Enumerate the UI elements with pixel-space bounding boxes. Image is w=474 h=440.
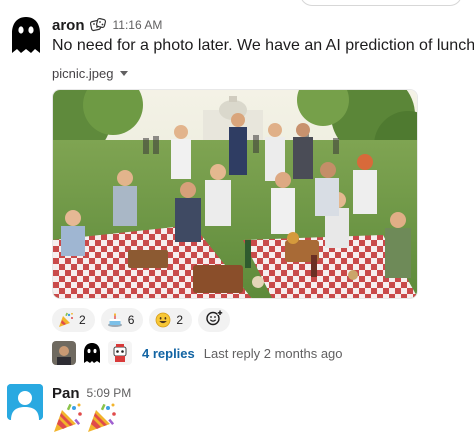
attachment-filename[interactable]: picnic.jpeg	[52, 66, 113, 81]
reaction-cake[interactable]: 6	[100, 308, 144, 332]
avatar-robot-icon	[108, 341, 132, 365]
add-emoji-icon	[205, 309, 223, 332]
message-emojis	[52, 402, 118, 434]
reaction-count: 6	[127, 313, 135, 327]
reaction-grin[interactable]: 2	[149, 308, 193, 332]
avatar-ghost-icon[interactable]	[10, 15, 42, 55]
reaction-party[interactable]: 2	[52, 308, 95, 332]
avatar-default-person-icon[interactable]	[7, 384, 43, 420]
party-popper-icon	[52, 402, 84, 434]
chevron-down-icon[interactable]	[120, 70, 129, 76]
grinning-face-icon	[155, 312, 171, 328]
cake-icon	[107, 312, 123, 328]
thread-last-reply: Last reply 2 months ago	[203, 345, 343, 361]
message-header: Pan 5:09 PM	[52, 382, 131, 404]
picnic-image[interactable]	[52, 89, 418, 299]
message-header: aron 11:16 AM	[52, 14, 162, 36]
timestamp[interactable]: 5:09 PM	[87, 386, 132, 400]
avatar-ghost-small-icon	[80, 341, 104, 365]
thread-replies-link[interactable]: 4 replies	[142, 346, 195, 361]
sender-name[interactable]: Pan	[52, 385, 80, 402]
add-reaction-button[interactable]	[198, 308, 231, 332]
reaction-count: 2	[79, 313, 86, 327]
message-aron: aron 11:16 AM No need for a photo later.…	[0, 0, 474, 370]
sender-name[interactable]: aron	[52, 17, 85, 34]
thread-summary[interactable]: 4 replies Last reply 2 months ago	[52, 341, 343, 365]
reaction-count: 2	[176, 313, 184, 327]
message-text: No need for a photo later. We have an AI…	[52, 37, 474, 54]
timestamp[interactable]: 11:16 AM	[113, 18, 163, 32]
attachment-header[interactable]: picnic.jpeg	[52, 64, 129, 82]
reaction-bar: 2 6 2	[52, 308, 231, 332]
message-list: aron 11:16 AM No need for a photo later.…	[0, 0, 474, 440]
party-popper-icon	[58, 312, 74, 328]
party-popper-icon	[86, 402, 118, 434]
dice-icon[interactable]	[89, 17, 106, 33]
avatar-user-photo	[52, 341, 76, 365]
